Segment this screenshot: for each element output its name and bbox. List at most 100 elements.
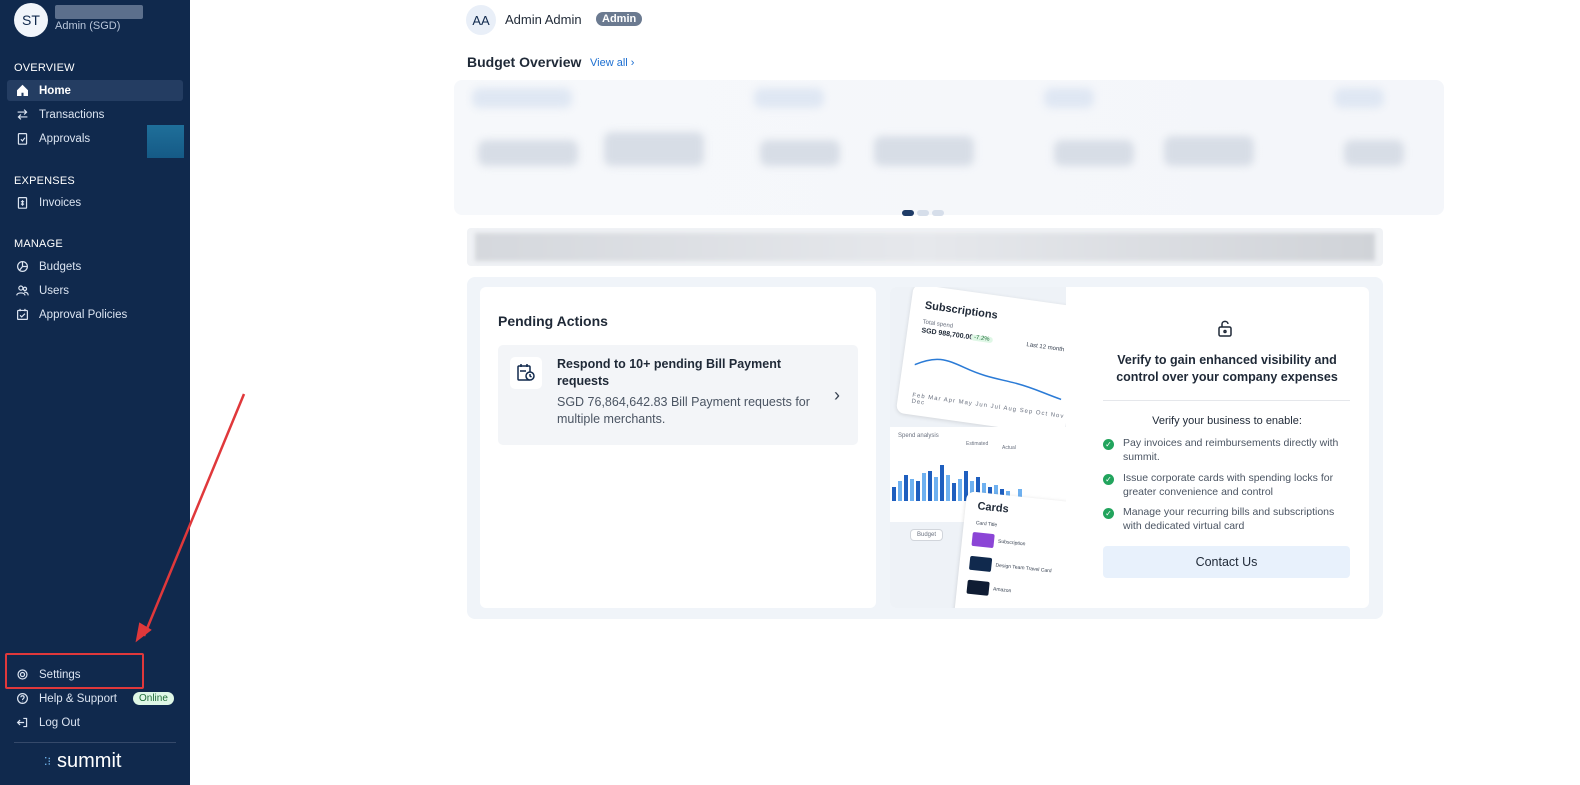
mockup-cards-title: Cards — [976, 500, 1010, 516]
section-manage: MANAGE — [14, 238, 63, 250]
blurred-card — [1344, 140, 1404, 166]
blurred-card — [1164, 136, 1254, 166]
blurred-card — [1334, 88, 1384, 108]
benefit-text: Pay invoices and reimbursements directly… — [1123, 437, 1339, 463]
redacted-banner — [467, 228, 1383, 266]
benefit-text: Issue corporate cards with spending lock… — [1123, 472, 1334, 498]
sidebar-item-budgets[interactable]: Budgets — [7, 256, 183, 277]
benefit-item: ✓ Manage your recurring bills and subscr… — [1103, 506, 1353, 533]
verify-divider — [1103, 400, 1350, 401]
sidebar-item-label: Home — [39, 84, 71, 97]
mockup-budget-tab: Budget — [910, 529, 944, 541]
verify-promo-card: Subscriptions Total spend SGD 988,700.00… — [890, 287, 1369, 608]
benefit-item: ✓ Pay invoices and reimbursements direct… — [1103, 437, 1353, 464]
view-all-label: View all — [590, 57, 628, 69]
sidebar-item-label: Budgets — [39, 260, 82, 273]
sidebar-item-approval-policies[interactable]: Approval Policies — [7, 304, 183, 325]
sidebar-item-help-support[interactable]: Help & Support Online — [7, 688, 183, 709]
mockup-subscriptions-card: Subscriptions Total spend SGD 988,700.00… — [895, 287, 1066, 437]
help-circle-icon — [15, 692, 29, 706]
check-circle-icon: ✓ — [1103, 439, 1114, 450]
sidebar-item-label: Invoices — [39, 196, 82, 209]
unlock-icon — [1217, 319, 1233, 342]
settings-highlight-box — [5, 653, 144, 689]
section-expenses: EXPENSES — [14, 175, 75, 187]
sidebar-item-label: Users — [39, 284, 70, 297]
main-content: AA Admin Admin Admin Budget Overview Vie… — [190, 0, 1580, 785]
verify-subtitle: Verify your business to enable: — [1152, 415, 1302, 427]
blurred-card — [754, 88, 824, 108]
redacted-org-name — [55, 5, 143, 19]
sidebar-item-users[interactable]: Users — [7, 280, 183, 301]
blurred-card — [604, 132, 704, 166]
pending-actions-card: Pending Actions Respond to 10+ pending B… — [480, 287, 876, 608]
blurred-card — [760, 140, 840, 166]
mockup-card-thumb — [966, 579, 990, 596]
blurred-card — [472, 88, 572, 108]
user-name: Admin Admin — [505, 12, 582, 27]
sidebar-item-invoices[interactable]: Invoices — [7, 192, 183, 213]
invoice-icon — [15, 196, 29, 210]
view-all-link[interactable]: View all › — [590, 57, 634, 69]
avatar[interactable]: ST — [14, 3, 48, 37]
mockup-card-name: Subscription — [997, 538, 1026, 548]
mockup-legend-estimated: Estimated — [966, 441, 989, 447]
clipboard-check-icon — [15, 132, 29, 146]
check-circle-icon: ✓ — [1103, 508, 1114, 519]
home-icon — [15, 84, 29, 98]
logo-text: summit — [57, 750, 122, 772]
sidebar-item-label: Help & Support — [39, 692, 117, 705]
actions-panel: Pending Actions Respond to 10+ pending B… — [467, 277, 1383, 619]
mockup-card-name: Amazon — [992, 586, 1012, 595]
sidebar-item-label: Approval Policies — [39, 308, 128, 321]
check-circle-icon: ✓ — [1103, 474, 1114, 485]
online-status-badge: Online — [133, 692, 174, 705]
transfer-arrows-icon — [15, 108, 29, 122]
redacted-block — [147, 125, 184, 158]
sidebar-divider — [14, 742, 176, 743]
sidebar-item-home[interactable]: Home — [7, 80, 183, 101]
sidebar-item-label: Log Out — [39, 716, 80, 729]
blurred-card — [874, 136, 974, 166]
mockup-card-thumb — [971, 531, 995, 549]
summit-logo: ⁚⁝ summit — [44, 750, 121, 773]
mockup-cards-card: Cards Card Title Subscription Design Tea… — [953, 491, 1066, 608]
role-badge: Admin — [596, 12, 643, 26]
blurred-card — [1044, 88, 1094, 108]
mockup-card-title-col: Card Title — [975, 520, 998, 529]
sidebar-item-transactions[interactable]: Transactions — [7, 104, 183, 125]
blurred-card — [1054, 140, 1134, 166]
chevron-right-icon: › — [630, 57, 635, 69]
pie-chart-icon — [15, 260, 29, 274]
policy-calendar-icon — [15, 308, 29, 322]
pending-action-item[interactable]: Respond to 10+ pending Bill Payment requ… — [498, 345, 858, 445]
section-overview: OVERVIEW — [14, 62, 75, 74]
budget-overview-title: Budget Overview — [467, 54, 582, 70]
user-avatar[interactable]: AA — [466, 5, 496, 35]
sidebar: ST Admin (SGD) OVERVIEW Home Transaction… — [0, 0, 190, 785]
user-role: Admin (SGD) — [55, 20, 121, 32]
mockup-range: Last 12 month — [1026, 342, 1065, 354]
benefit-text: Manage your recurring bills and subscrip… — [1123, 506, 1335, 532]
chevron-right-icon: › — [834, 385, 840, 405]
blurred-card — [478, 140, 578, 166]
product-mockup-image: Subscriptions Total spend SGD 988,700.00… — [890, 287, 1066, 608]
users-icon — [15, 284, 29, 298]
mockup-spend-analysis-label: Spend analysis — [898, 433, 939, 439]
verify-title: Verify to gain enhanced visibility and c… — [1116, 353, 1338, 384]
pending-actions-title: Pending Actions — [498, 313, 608, 329]
sidebar-item-label: Approvals — [39, 132, 91, 145]
contact-us-button[interactable]: Contact Us — [1103, 546, 1350, 578]
logout-icon — [15, 716, 29, 730]
calendar-clock-icon — [510, 357, 542, 389]
sidebar-item-log-out[interactable]: Log Out — [7, 712, 183, 733]
mockup-total-spend: SGD 988,700.00 — [920, 327, 974, 342]
sidebar-item-label: Transactions — [39, 108, 105, 121]
logo-dots-icon: ⁚⁝ — [44, 755, 51, 768]
mockup-subscriptions-title: Subscriptions — [924, 299, 999, 322]
pending-action-description: SGD 76,864,642.83 Bill Payment requests … — [557, 395, 810, 426]
benefit-item: ✓ Issue corporate cards with spending lo… — [1103, 472, 1353, 499]
budget-cards-carousel[interactable] — [454, 80, 1444, 215]
mockup-card-name: Design Team Travel Card — [995, 562, 1052, 575]
carousel-indicator[interactable] — [902, 210, 944, 216]
